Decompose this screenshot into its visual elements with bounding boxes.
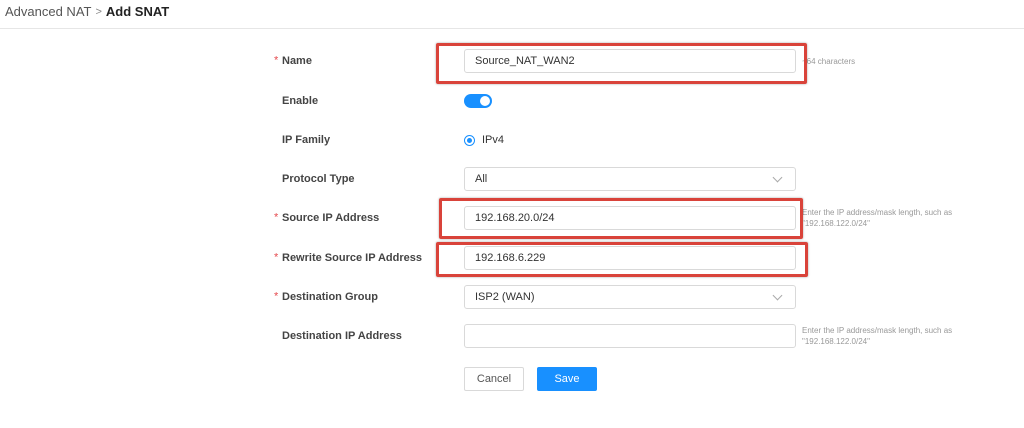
chevron-down-icon [772,290,783,301]
source-ip-value: 192.168.20.0/24 [475,212,555,224]
chevron-down-icon [772,172,783,183]
required-marker: * [274,290,279,303]
destination-group-select[interactable]: ISP2 (WAN) [464,285,796,309]
destination-group-label: Destination Group [282,291,378,303]
name-row: * Name Source_NAT_WAN2 ~64 characters [0,44,1024,78]
name-value: Source_NAT_WAN2 [475,55,575,67]
required-marker: * [274,211,279,224]
protocol-type-label: Protocol Type [282,173,355,185]
destination-ip-input[interactable] [464,324,796,348]
protocol-type-row: Protocol Type All [0,162,1024,196]
destination-ip-hint-line2: "192.168.122.0/24" [802,337,870,346]
rewrite-source-ip-row: * Rewrite Source IP Address 192.168.6.22… [0,241,1024,275]
name-input[interactable]: Source_NAT_WAN2 [464,49,796,73]
save-button[interactable]: Save [537,367,597,391]
required-marker: * [274,251,279,264]
rewrite-source-ip-value: 192.168.6.229 [475,252,546,264]
enable-toggle[interactable] [464,94,492,108]
cancel-button[interactable]: Cancel [464,367,524,391]
destination-ip-row: Destination IP Address Enter the IP addr… [0,319,1024,353]
toggle-knob [480,96,490,106]
source-ip-hint: Enter the IP address/mask length, such a… [802,207,952,229]
header-divider [0,28,1024,29]
page-title: Add SNAT [105,4,170,19]
radio-checked-icon[interactable] [464,134,475,146]
breadcrumb-separator: > [95,5,102,18]
enable-label: Enable [282,95,319,107]
destination-ip-hint: Enter the IP address/mask length, such a… [802,325,952,347]
ipv4-radio-option[interactable]: IPv4 [464,134,504,146]
ipv4-label: IPv4 [482,134,505,146]
source-ip-input[interactable]: 192.168.20.0/24 [464,206,796,230]
source-ip-hint-line1: Enter the IP address/mask length, such a… [802,208,953,217]
source-ip-row: * Source IP Address 192.168.20.0/24 Ente… [0,201,1024,235]
protocol-type-select[interactable]: All [464,167,796,191]
source-ip-hint-line2: "192.168.122.0/24" [802,219,870,228]
ip-family-row: IP Family IPv4 [0,123,1024,157]
rewrite-source-ip-input[interactable]: 192.168.6.229 [464,246,796,270]
protocol-type-value: All [475,173,488,185]
name-hint: ~64 characters [802,57,856,66]
source-ip-label: Source IP Address [282,212,380,224]
destination-ip-label: Destination IP Address [282,330,402,342]
ip-family-label: IP Family [282,134,331,146]
destination-group-row: * Destination Group ISP2 (WAN) [0,280,1024,314]
enable-row: Enable [0,84,1024,118]
name-label: Name [282,55,312,67]
destination-ip-hint-line1: Enter the IP address/mask length, such a… [802,326,953,335]
rewrite-source-ip-label: Rewrite Source IP Address [282,252,422,264]
breadcrumb-parent-link[interactable]: Advanced NAT [5,4,91,19]
required-marker: * [274,54,279,67]
breadcrumb: Advanced NAT > Add SNAT [5,4,169,19]
destination-group-value: ISP2 (WAN) [475,291,535,303]
